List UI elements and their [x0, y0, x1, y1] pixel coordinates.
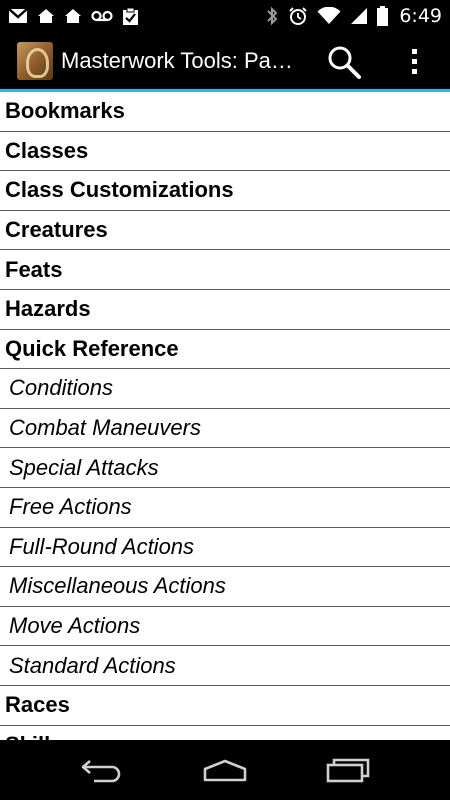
clipboard-check-icon [123, 7, 138, 25]
list-item-hazards[interactable]: Hazards [0, 290, 450, 330]
status-bar: 6:49 [0, 0, 450, 32]
list-item-special-attacks[interactable]: Special Attacks [0, 448, 450, 488]
list-item-skills[interactable]: Skills [0, 726, 450, 740]
search-icon[interactable] [326, 44, 362, 80]
action-bar: Masterwork Tools: Pa… [0, 32, 450, 89]
wifi-icon [317, 7, 341, 24]
category-list: Bookmarks Classes Class Customizations C… [0, 92, 450, 740]
list-item-combat-maneuvers[interactable]: Combat Maneuvers [0, 409, 450, 449]
bluetooth-icon [267, 6, 278, 26]
list-item-move-actions[interactable]: Move Actions [0, 607, 450, 647]
gmail-icon [8, 8, 28, 23]
list-item-class-customizations[interactable]: Class Customizations [0, 171, 450, 211]
home-icon [38, 9, 54, 23]
recent-apps-icon [327, 758, 370, 783]
alarm-icon [289, 7, 308, 25]
app-title: Masterwork Tools: Pa… [61, 47, 293, 73]
system-icons: 6:49 [265, 5, 442, 27]
navigation-bar [0, 740, 450, 800]
list-item-miscellaneous-actions[interactable]: Miscellaneous Actions [0, 567, 450, 607]
voicemail-icon [91, 10, 113, 22]
list-item-conditions[interactable]: Conditions [0, 369, 450, 409]
list-item-standard-actions[interactable]: Standard Actions [0, 646, 450, 686]
list-item-quick-reference[interactable]: Quick Reference [0, 330, 450, 370]
battery-icon [377, 6, 389, 26]
list-item-feats[interactable]: Feats [0, 250, 450, 290]
list-item-bookmarks[interactable]: Bookmarks [0, 92, 450, 132]
list-item-races[interactable]: Races [0, 686, 450, 726]
back-button[interactable] [72, 750, 132, 790]
signal-icon [351, 8, 368, 24]
list-item-creatures[interactable]: Creatures [0, 211, 450, 251]
notification-icons [8, 7, 139, 26]
list-item-full-round-actions[interactable]: Full-Round Actions [0, 528, 450, 568]
home-icon [65, 9, 81, 23]
status-time: 6:49 [399, 5, 442, 27]
home-button[interactable] [195, 750, 255, 790]
overflow-menu-icon[interactable] [400, 44, 430, 80]
list-item-free-actions[interactable]: Free Actions [0, 488, 450, 528]
home-icon [203, 759, 247, 782]
recent-apps-button[interactable] [318, 750, 378, 790]
back-icon [81, 760, 120, 783]
list-item-classes[interactable]: Classes [0, 132, 450, 172]
app-logo-icon[interactable] [17, 41, 53, 80]
